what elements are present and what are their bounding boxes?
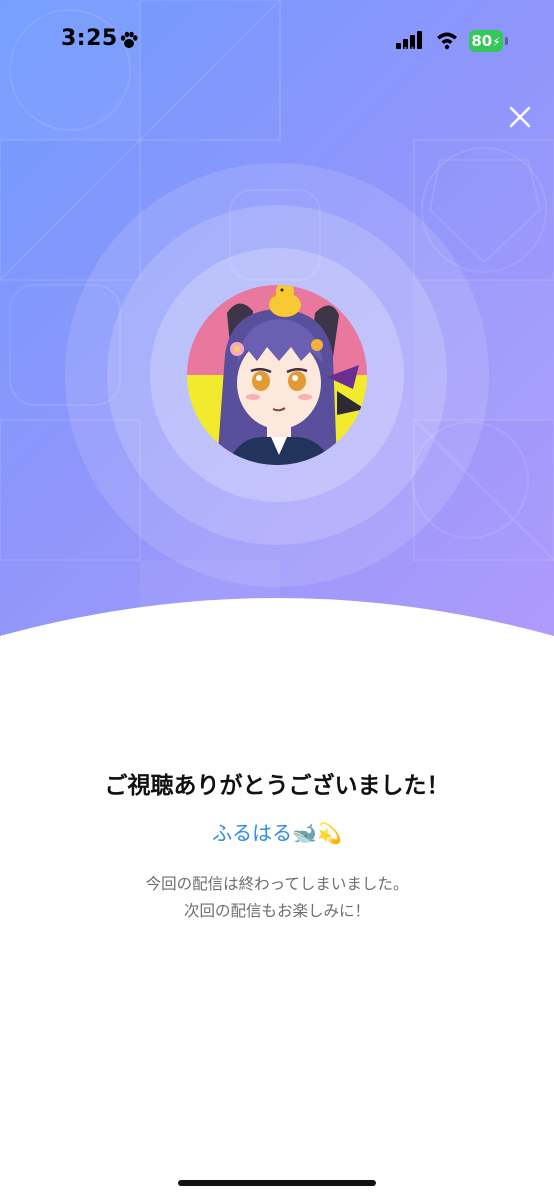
streamer-name-link[interactable]: ふるはる🐋💫: [0, 817, 554, 846]
thanks-title: ご視聴ありがとうございました！: [104, 773, 450, 799]
streamer-avatar: [187, 285, 367, 465]
battery-level: 80: [471, 32, 493, 50]
message-line-2: 次回の配信もお楽しみに！: [183, 902, 370, 920]
signal-icon: [396, 31, 422, 50]
stream-ended-message: 今回の配信は終わってしまいました。 次回の配信もお楽しみに！: [0, 871, 554, 925]
home-indicator[interactable]: [178, 1180, 376, 1186]
content-curve: [0, 598, 554, 690]
battery-cap: [505, 37, 508, 45]
charging-bolt-icon: ⚡: [492, 35, 501, 49]
message-line-1: 今回の配信は終わってしまいました。: [145, 875, 409, 893]
close-icon[interactable]: [504, 101, 536, 133]
paw-icon: [120, 31, 138, 48]
battery-charging-icon: 80⚡: [469, 30, 503, 52]
status-bar: 3:25 80⚡: [0, 0, 554, 84]
status-time: 3:25: [61, 26, 118, 51]
wifi-icon: [437, 32, 457, 50]
